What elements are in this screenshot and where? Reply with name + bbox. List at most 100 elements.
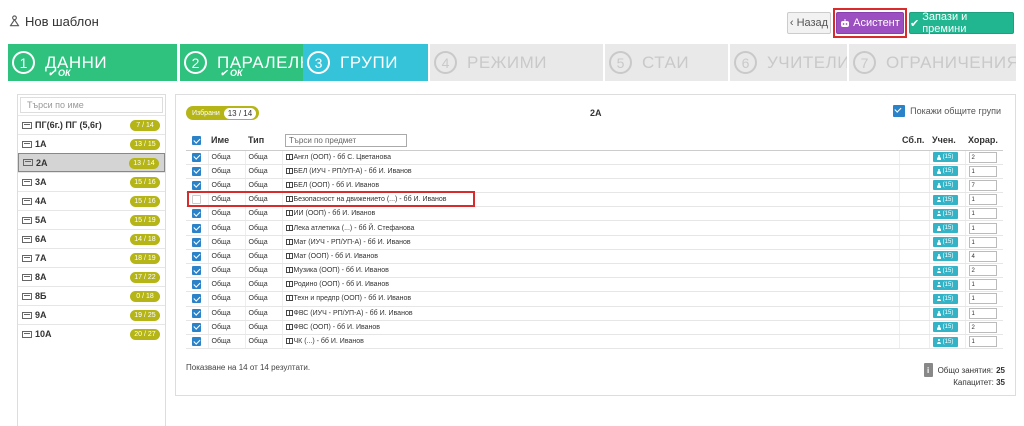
person-icon <box>936 154 941 160</box>
class-list-item[interactable]: 2А 13 / 14 <box>18 153 165 172</box>
class-list-item[interactable]: 8А 17 / 22 <box>18 267 165 286</box>
show-common-checkbox[interactable] <box>893 105 906 117</box>
hours-input[interactable]: 1 <box>968 293 997 305</box>
students-button[interactable]: (15) <box>932 223 958 234</box>
assistant-button[interactable]: Асистент <box>836 12 904 34</box>
row-teacher-cell: (15) <box>928 277 965 293</box>
row-hours-cell: 2 <box>964 263 1003 279</box>
table-row[interactable]: Обща Обща ФВС (ООП) - бб И. Иванов (15) 2 <box>186 320 1003 335</box>
class-list-item[interactable]: 4А 15 / 16 <box>18 191 165 210</box>
hours-input[interactable]: 1 <box>968 222 997 234</box>
table-row[interactable]: Обща Обща Англ (ООП) - бб С. Цветанова (15)… <box>186 150 1003 165</box>
row-checkbox[interactable] <box>192 308 201 318</box>
table-row[interactable]: Обща Обща БЕЛ (ИУЧ - РП/УП-А) - бб И. Иван… <box>186 164 1003 179</box>
students-button[interactable]: (15) <box>932 336 958 347</box>
students-button[interactable]: (15) <box>932 265 958 276</box>
class-name: 6А <box>35 234 47 244</box>
hours-input[interactable]: 1 <box>968 336 997 348</box>
row-checkbox[interactable] <box>192 322 201 332</box>
row-checkbox[interactable] <box>192 237 201 247</box>
row-checkbox[interactable] <box>192 294 201 304</box>
step-parallels[interactable]: 2 ПАРАЛЕЛКИ ✔ ОК <box>180 44 303 81</box>
hours-input[interactable]: 2 <box>968 321 997 333</box>
class-name: 7А <box>35 253 47 263</box>
table-row[interactable]: Обща Обща ЧК (...) - бб И. Иванов (15) 1 <box>186 334 1003 350</box>
hours-input[interactable]: 2 <box>968 151 997 163</box>
students-button[interactable]: (15) <box>932 194 958 205</box>
row-checkbox[interactable] <box>192 337 201 347</box>
col-hours: Хорар. <box>965 131 1003 151</box>
step-constraints[interactable]: 7 ОГРАНИЧЕНИЯ <box>849 44 1016 81</box>
robot-icon <box>841 18 850 27</box>
row-checkbox[interactable] <box>192 209 201 219</box>
hours-input[interactable]: 1 <box>968 236 997 248</box>
row-subject-cell: ФВС (ООП) - бб И. Иванов <box>281 320 899 335</box>
row-checkbox[interactable] <box>192 166 201 176</box>
class-list-item[interactable]: 8Б 0 / 18 <box>18 286 165 305</box>
table-row[interactable]: Обща Обща Мат (ИУЧ - РП/УП-А) - бб И. Иван… <box>186 235 1003 250</box>
table-row[interactable]: Обща Обща БЕЛ (ООП) - бб И. Иванов (15) 7 <box>186 178 1003 194</box>
class-list-item[interactable]: 7А 18 / 19 <box>18 248 165 267</box>
table-row[interactable]: Обща Обща ФВС (ИУЧ - РП/УП-А) - бб И. Иван… <box>186 306 1003 321</box>
save-and-continue-button[interactable]: ✔ Запази и премини <box>909 11 1014 35</box>
table-row[interactable]: Обща Обща Мат (ООП) - бб И. Иванов (15) 4 <box>186 249 1003 265</box>
class-list-item[interactable]: 10А 20 / 27 <box>18 324 165 343</box>
table-row[interactable]: Обща Обща Техн и предпр (ООП) - бб И. Иван… <box>186 291 1003 307</box>
hours-input[interactable]: 1 <box>968 165 997 177</box>
step-data[interactable]: 1 ДАННИ ✔ ОК <box>8 44 177 81</box>
students-button[interactable]: (15) <box>932 237 958 248</box>
students-button[interactable]: (15) <box>932 152 958 163</box>
step-modes[interactable]: 4 РЕЖИМИ <box>430 44 603 81</box>
students-button[interactable]: (15) <box>932 208 958 219</box>
step-teachers[interactable]: 6 УЧИТЕЛИ <box>730 44 847 81</box>
row-hours-cell: 2 <box>964 150 1003 165</box>
students-button[interactable]: (15) <box>932 293 958 304</box>
hours-input[interactable]: 1 <box>968 194 997 206</box>
class-list-item[interactable]: ПГ(6г.) ПГ (5,6г) 7 / 14 <box>18 115 165 134</box>
class-list-item[interactable]: 6А 14 / 18 <box>18 229 165 248</box>
hours-input[interactable]: 7 <box>968 179 997 191</box>
students-button[interactable]: (15) <box>932 166 958 177</box>
hours-input[interactable]: 4 <box>968 250 997 262</box>
row-checkbox[interactable] <box>192 180 201 190</box>
class-list-item[interactable]: 5А 15 / 19 <box>18 210 165 229</box>
hours-input[interactable]: 1 <box>968 208 997 220</box>
students-button[interactable]: (15) <box>932 322 958 333</box>
class-name: 9А <box>35 310 47 320</box>
table-row[interactable]: Обща Обща Лека атлетика (...) - бб Й. Стеф… <box>186 220 1003 236</box>
class-search-input[interactable]: Търси по име <box>20 97 163 113</box>
hours-input[interactable]: 1 <box>968 279 997 291</box>
hours-input[interactable]: 2 <box>968 265 997 277</box>
step-rooms[interactable]: 5 СТАИ <box>605 44 728 81</box>
row-subject-cell: Родино (ООП) - бб И. Иванов <box>281 277 899 293</box>
table-row[interactable]: Обща Обща Родино (ООП) - бб И. Иванов (15) 1 <box>186 277 1003 293</box>
table-row[interactable]: Обща Обща Безопасност на движението (...) … <box>186 192 1003 208</box>
show-common-groups-toggle[interactable]: Покажи общите групи <box>893 105 1001 117</box>
total-value: 25 <box>996 365 1005 375</box>
row-teacher-cell: (15) <box>928 291 965 307</box>
students-count: (15) <box>942 196 954 203</box>
table-row[interactable]: Обща Обща Музика (ООП) - бб И. Иванов (15) 2 <box>186 263 1003 279</box>
step-groups[interactable]: 3 ГРУПИ <box>303 44 428 81</box>
hours-input[interactable]: 1 <box>968 307 997 319</box>
row-checkbox[interactable] <box>192 251 201 261</box>
class-icon <box>22 178 32 186</box>
class-list-item[interactable]: 3А 15 / 16 <box>18 172 165 191</box>
row-checkbox[interactable] <box>192 266 201 276</box>
row-subject-cell: Мат (ООП) - бб И. Иванов <box>281 249 899 265</box>
row-checkbox[interactable] <box>192 223 201 233</box>
class-list-item[interactable]: 1А 13 / 15 <box>18 134 165 153</box>
row-checkbox[interactable] <box>192 280 201 290</box>
table-row[interactable]: Обща Обща ИИ (ООП) - бб И. Иванов (15) 1 <box>186 206 1003 222</box>
subject-search-input[interactable]: Търси по предмет <box>285 133 407 147</box>
students-button[interactable]: (15) <box>932 279 958 290</box>
select-all-checkbox[interactable] <box>192 136 201 146</box>
row-checkbox[interactable] <box>192 195 201 205</box>
row-checkbox[interactable] <box>192 152 201 162</box>
class-list-item[interactable]: 9А 19 / 25 <box>18 305 165 324</box>
students-button[interactable]: (15) <box>932 308 958 319</box>
class-group-count: 13 / 15 <box>130 139 160 150</box>
students-button[interactable]: (15) <box>932 251 958 262</box>
back-button[interactable]: ‹ Назад <box>787 12 831 34</box>
students-button[interactable]: (15) <box>932 180 958 191</box>
